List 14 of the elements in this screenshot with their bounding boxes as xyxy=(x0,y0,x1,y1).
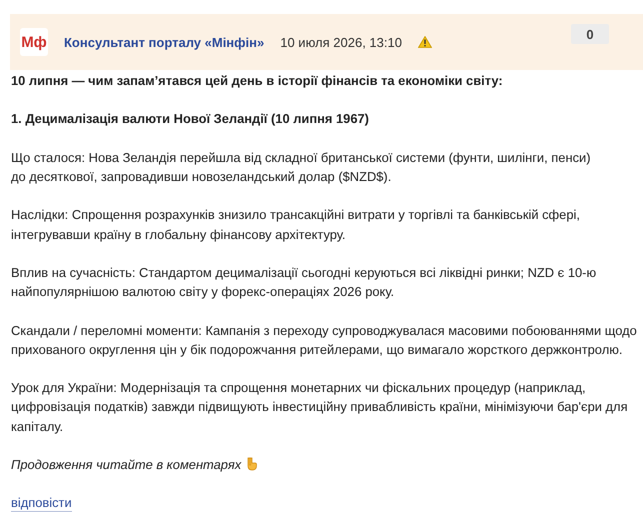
post-paragraph: 1. Децималізація валюти Нової Зеландії (10 липня 1967) xyxy=(11,110,370,128)
post-paragraph: 10 липня — чим запам’ятався цей день в історії фінансів та економіки світу: xyxy=(11,72,504,90)
post-paragraph: Скандали / переломні моменти: Кампанія з переходу супроводжувалася масовими побоюваннями щодо прихованого округлення цін у бік подорожчання ритейлерами, що вимагало жорсткого держконтролю. xyxy=(11,322,638,359)
post-paragraph: Наслідки: Спрощення розрахунків знизило трансакційні витрати у торгівлі та банківській сфері, інтегрувавши країну в глобальну фінансову архітектуру. xyxy=(11,206,581,244)
post-paragraph: Продовження читайте в коментарях xyxy=(11,454,643,474)
like-counter[interactable]: 0 xyxy=(571,24,609,44)
post-paragraph: Що сталося: Нова Зеландія перейшла від складної британської системи (фунти, шилінги, пенси) до десяткової, запровадивши новозеландський долар ($NZD$). xyxy=(11,148,592,186)
reply-link[interactable]: відповісти xyxy=(11,494,72,512)
post-date: 10 июля 2026, 13:10 xyxy=(280,34,402,50)
warning-icon[interactable] xyxy=(418,36,432,48)
post-paragraph: Урок для України: Модернізація та спрощення монетарних чи фіскальних процедур (наприклад, цифровізація податків) завжди підвищують інвестиційну привабливість країни, мінімізуючи бар'єри для капіталу. xyxy=(11,379,629,436)
author-logo: Мф xyxy=(20,28,48,56)
author-link[interactable]: Консультант порталу «Мінфін» xyxy=(64,34,264,50)
post-paragraph: Вплив на сучасність: Стандартом децималізації сьогодні керуються всі ліквідні ринки; NZD є 10-ю найпопулярнішою валютою світу у форекс-операціях 2026 року. xyxy=(11,264,598,302)
